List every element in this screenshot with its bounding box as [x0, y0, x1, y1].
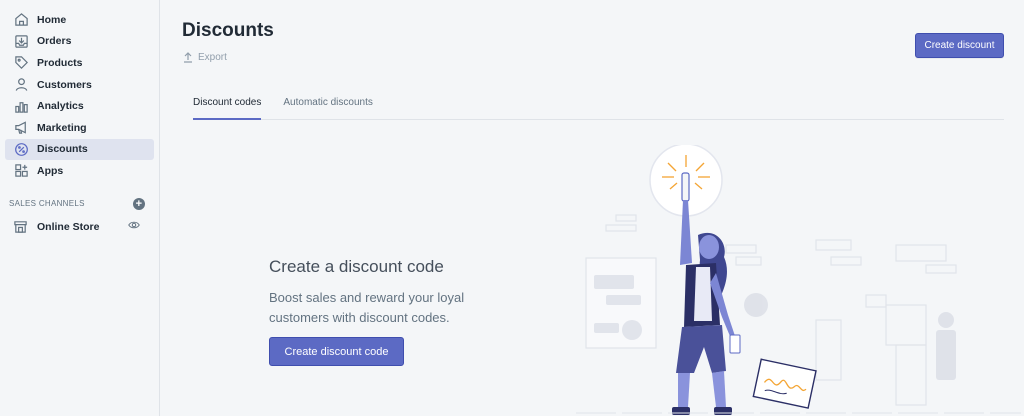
main-content: Discounts Export Create discount Discoun…: [161, 0, 1024, 416]
bar-chart-icon: [13, 98, 29, 114]
create-discount-button[interactable]: Create discount: [915, 33, 1004, 58]
tab-automatic-discounts[interactable]: Automatic discounts: [283, 89, 373, 120]
export-icon: [184, 52, 192, 63]
sidebar-item-label: Customers: [37, 78, 92, 91]
sidebar: Home Orders Products Customers Analytics…: [0, 0, 160, 416]
sidebar-item-analytics[interactable]: Analytics: [5, 95, 154, 117]
sidebar-item-online-store[interactable]: Online Store: [5, 216, 154, 238]
sidebar-item-label: Home: [37, 13, 67, 26]
sidebar-item-customers[interactable]: Customers: [5, 74, 154, 96]
create-discount-code-button[interactable]: Create discount code: [269, 337, 404, 366]
sidebar-item-label: Discounts: [37, 143, 88, 156]
empty-state-title: Create a discount code: [269, 257, 444, 276]
empty-state-description: Boost sales and reward your loyal custom…: [269, 290, 465, 325]
tab-bar: Discount codes Automatic discounts: [193, 89, 1004, 120]
online-store-label: Online Store: [37, 220, 100, 233]
sidebar-item-marketing[interactable]: Marketing: [5, 117, 154, 139]
empty-state-illustration: [576, 145, 1021, 415]
online-store-left: Online Store: [13, 219, 99, 235]
store-icon: [13, 219, 29, 235]
discount-icon: [13, 141, 29, 157]
sidebar-item-home[interactable]: Home: [5, 9, 154, 31]
tag-icon: [13, 55, 29, 71]
sidebar-item-discounts[interactable]: Discounts: [5, 138, 154, 161]
tab-discount-codes[interactable]: Discount codes: [193, 89, 262, 120]
sidebar-item-label: Analytics: [37, 100, 84, 113]
add-channel-icon[interactable]: +: [133, 197, 145, 210]
orders-icon: [13, 33, 29, 49]
home-icon: [13, 12, 29, 28]
sidebar-item-products[interactable]: Products: [5, 52, 154, 74]
page-title: Discounts: [182, 20, 274, 41]
sidebar-item-label: Marketing: [37, 121, 87, 134]
apps-icon: [13, 163, 29, 179]
sidebar-item-label: Products: [37, 56, 83, 69]
megaphone-icon: [13, 120, 29, 136]
export-label: Export: [198, 52, 227, 63]
export-button[interactable]: Export: [183, 52, 227, 63]
person-icon: [13, 77, 29, 93]
sidebar-item-label: Apps: [37, 164, 64, 177]
eye-icon[interactable]: [128, 219, 140, 234]
sidebar-item-apps[interactable]: Apps: [5, 160, 154, 182]
sidebar-item-label: Orders: [37, 35, 72, 48]
sidebar-item-orders[interactable]: Orders: [5, 31, 154, 53]
sidebar-nav: Home Orders Products Customers Analytics…: [0, 0, 159, 182]
sales-channels-title: SALES CHANNELS: [9, 199, 85, 209]
sales-channels-header: SALES CHANNELS +: [0, 196, 159, 212]
